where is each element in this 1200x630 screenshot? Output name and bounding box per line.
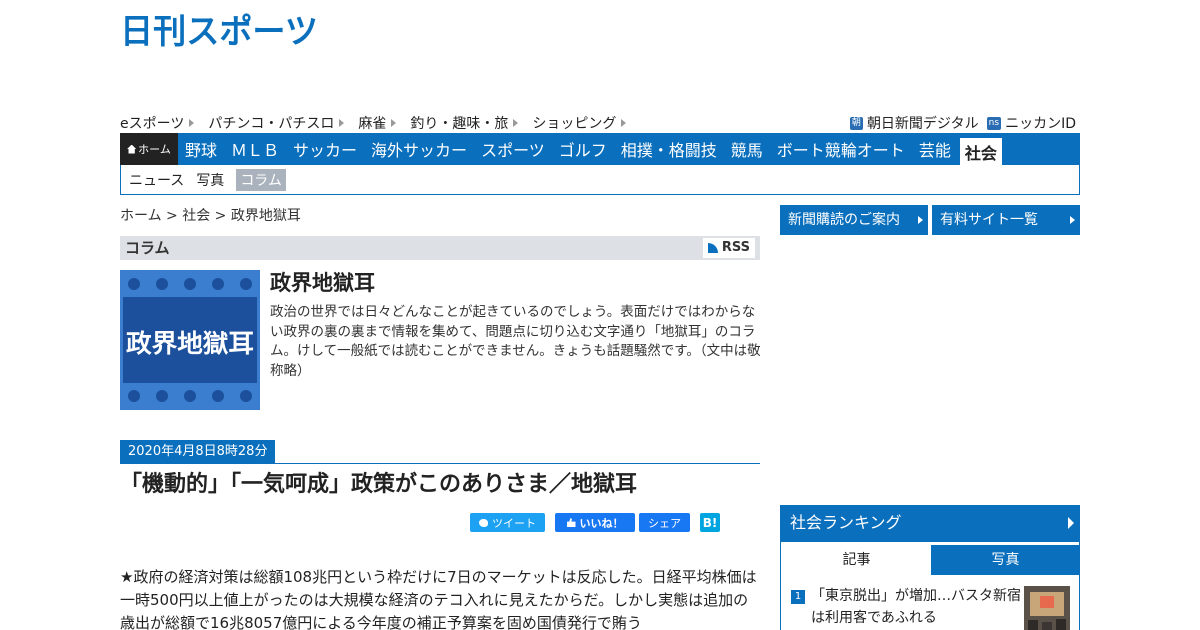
chevron-right-icon (1068, 517, 1074, 529)
ranking-header[interactable]: 社会ランキング (780, 505, 1080, 541)
rss-icon (707, 243, 718, 253)
util-link-pachinko[interactable]: パチンコ・パチスロ (208, 113, 345, 133)
util-link-nikkan-id[interactable]: ns ニッカンID (986, 113, 1076, 133)
chevron-right-icon (189, 119, 195, 127)
rank-number: 1 (791, 590, 805, 604)
sub-nav: ニュース 写真 コラム (120, 165, 1080, 195)
share-button[interactable]: シェア (639, 513, 690, 532)
nav-item-baseball[interactable]: 野球 (178, 133, 224, 165)
util-link-mahjong[interactable]: 麻雀 (358, 113, 397, 133)
nav-home[interactable]: ホーム (120, 133, 178, 165)
banner-text: 政界地獄耳 (126, 329, 254, 358)
util-link-shopping[interactable]: ショッピング (532, 113, 627, 133)
nav-item-entertainment[interactable]: 芸能 (912, 133, 958, 165)
column-banner-image: 政界地獄耳 (120, 270, 260, 410)
ranking-panel: 記事 写真 1 「東京脱出」が増加…バスタ新宿は利用客であふれる (780, 541, 1080, 630)
chevron-right-icon (621, 119, 627, 127)
like-button[interactable]: いいね！ (555, 513, 635, 532)
paid-sites-button[interactable]: 有料サイト一覧 (932, 205, 1080, 235)
nav-item-mlb[interactable]: ＭＬＢ (224, 133, 286, 165)
util-link-asahi[interactable]: 朝朝日新聞デジタル (849, 113, 979, 133)
section-title: コラム (125, 239, 170, 257)
nav-item-boat[interactable]: ボート競輪オート (770, 133, 912, 165)
column-description: 政治の世界では日々どんなことが起きているのでしょう。表面だけではわからない政界の… (270, 304, 761, 379)
nav-item-sports[interactable]: スポーツ (474, 133, 552, 165)
article-body: ★政府の経済対策は総額108兆円という枠だけに7日のマーケットは反応した。日経平… (120, 568, 757, 630)
article-date: 2020年4月8日8時28分 (120, 440, 276, 463)
util-link-fishing[interactable]: 釣り・趣味・旅 (410, 113, 519, 133)
tweet-button[interactable]: ツイート (470, 513, 545, 532)
subnav-item-photos[interactable]: 写真 (196, 170, 224, 190)
hatena-bookmark-icon[interactable]: B! (700, 513, 720, 532)
section-header: コラム RSS (120, 236, 760, 260)
breadcrumb[interactable]: ホーム > 社会 > 政界地獄耳 (120, 205, 301, 225)
subscription-info-button[interactable]: 新聞購読のご案内 (780, 205, 928, 235)
page: 日刊スポーツ eスポーツ パチンコ・パチスロ 麻雀 釣り・趣味・旅 ショッピング… (120, 0, 1080, 630)
divider (120, 463, 760, 464)
subnav-item-news[interactable]: ニュース (129, 170, 184, 190)
chevron-right-icon (339, 119, 345, 127)
chevron-right-icon (391, 119, 397, 127)
nav-item-overseas-soccer[interactable]: 海外サッカー (364, 133, 474, 165)
article-headline: 「機動的」「一気呵成」政策がこのありさま／地獄耳 (120, 472, 638, 497)
utility-nav: eスポーツ パチンコ・パチスロ 麻雀 釣り・趣味・旅 ショッピング 朝朝日新聞デ… (120, 113, 1080, 133)
twitter-icon (479, 518, 488, 527)
asahi-icon: 朝 (849, 116, 863, 130)
chevron-right-icon (918, 216, 923, 224)
thumbs-up-icon (566, 518, 576, 527)
chevron-right-icon (513, 119, 519, 127)
nav-item-society[interactable]: 社会 (959, 138, 1002, 165)
subnav-item-column[interactable]: コラム (236, 168, 286, 191)
ranking-tab-articles[interactable]: 記事 (782, 545, 931, 575)
nav-item-sumo[interactable]: 相撲・格闘技 (614, 133, 724, 165)
ranking-thumbnail[interactable] (1024, 586, 1070, 630)
home-icon (127, 144, 137, 154)
nav-item-soccer[interactable]: サッカー (286, 133, 364, 165)
nav-item-keiba[interactable]: 競馬 (724, 133, 770, 165)
logo[interactable]: 日刊スポーツ (120, 10, 320, 50)
ranking-tab-photos[interactable]: 写真 (931, 545, 1080, 575)
ranking-item-link[interactable]: 「東京脱出」が増加…バスタ新宿は利用客であふれる (811, 585, 1023, 629)
chevron-right-icon (1070, 216, 1075, 224)
column-title: 政界地獄耳 (270, 271, 375, 295)
logo-text: 日刊スポーツ (120, 12, 318, 50)
util-link-esports[interactable]: eスポーツ (120, 113, 195, 133)
rss-button[interactable]: RSS (702, 238, 755, 258)
nikkan-id-icon: ns (986, 116, 1002, 130)
global-nav: ホーム 野球 ＭＬＢ サッカー 海外サッカー スポーツ ゴルフ 相撲・格闘技 競… (120, 133, 1080, 165)
nav-item-golf[interactable]: ゴルフ (552, 133, 614, 165)
